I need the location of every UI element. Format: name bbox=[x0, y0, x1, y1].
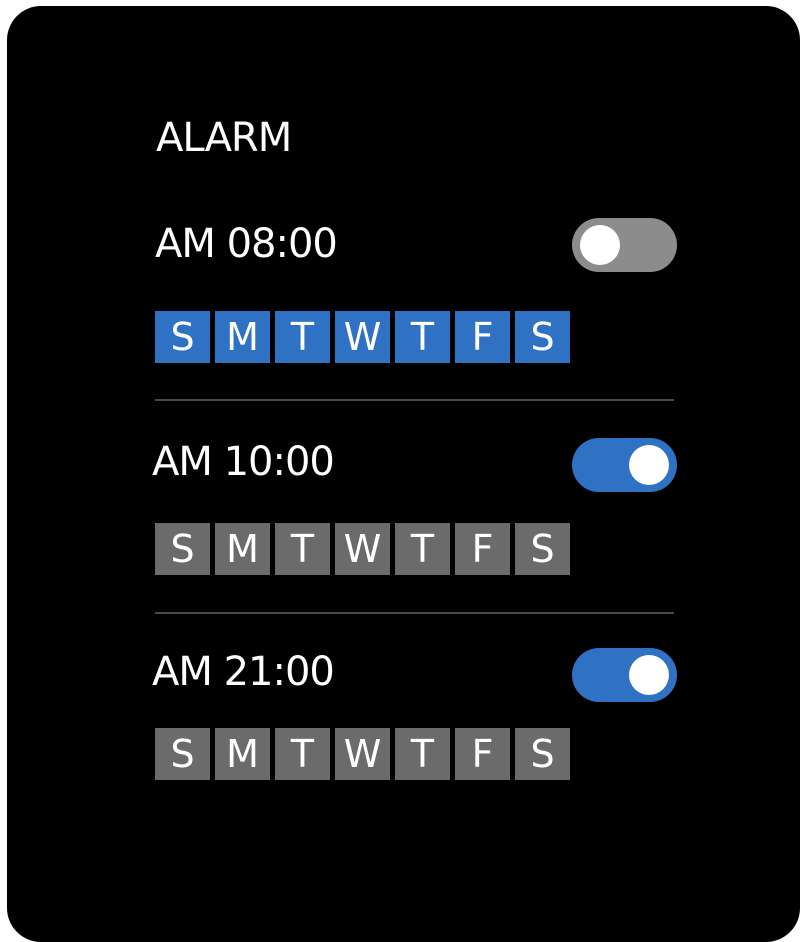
alarm-item[interactable]: AM 10:00 S M T W T F S bbox=[147, 426, 677, 586]
day-tuesday[interactable]: T bbox=[275, 311, 330, 363]
alarm-item[interactable]: AM 08:00 S M T W T F S bbox=[147, 206, 677, 366]
day-wednesday[interactable]: W bbox=[335, 728, 390, 780]
day-thursday[interactable]: T bbox=[395, 523, 450, 575]
day-tuesday[interactable]: T bbox=[275, 523, 330, 575]
day-sunday[interactable]: S bbox=[155, 523, 210, 575]
alarm-time[interactable]: AM 08:00 bbox=[155, 220, 338, 268]
day-friday[interactable]: F bbox=[455, 523, 510, 575]
alarm-item[interactable]: AM 21:00 S M T W T F S bbox=[147, 636, 677, 796]
day-sunday[interactable]: S bbox=[155, 311, 210, 363]
day-wednesday[interactable]: W bbox=[335, 311, 390, 363]
day-tuesday[interactable]: T bbox=[275, 728, 330, 780]
alarm-time[interactable]: AM 21:00 bbox=[152, 648, 335, 696]
day-friday[interactable]: F bbox=[455, 311, 510, 363]
toggle-knob bbox=[629, 655, 669, 695]
day-thursday[interactable]: T bbox=[395, 311, 450, 363]
alarm-time[interactable]: AM 10:00 bbox=[152, 438, 335, 486]
day-saturday[interactable]: S bbox=[515, 523, 570, 575]
day-friday[interactable]: F bbox=[455, 728, 510, 780]
weekday-selector: S M T W T F S bbox=[155, 728, 570, 780]
weekday-selector: S M T W T F S bbox=[155, 523, 570, 575]
day-wednesday[interactable]: W bbox=[335, 523, 390, 575]
day-sunday[interactable]: S bbox=[155, 728, 210, 780]
day-monday[interactable]: M bbox=[215, 523, 270, 575]
toggle-knob bbox=[580, 225, 620, 265]
alarm-toggle[interactable] bbox=[572, 648, 677, 702]
weekday-selector: S M T W T F S bbox=[155, 311, 570, 363]
divider bbox=[155, 399, 674, 401]
divider bbox=[155, 612, 674, 614]
alarm-toggle[interactable] bbox=[572, 218, 677, 272]
alarm-screen: ALARM AM 08:00 S M T W T F S AM 10:00 S … bbox=[7, 6, 800, 942]
day-saturday[interactable]: S bbox=[515, 728, 570, 780]
day-thursday[interactable]: T bbox=[395, 728, 450, 780]
day-saturday[interactable]: S bbox=[515, 311, 570, 363]
toggle-knob bbox=[629, 445, 669, 485]
day-monday[interactable]: M bbox=[215, 728, 270, 780]
page-title: ALARM bbox=[156, 115, 292, 161]
alarm-toggle[interactable] bbox=[572, 438, 677, 492]
day-monday[interactable]: M bbox=[215, 311, 270, 363]
